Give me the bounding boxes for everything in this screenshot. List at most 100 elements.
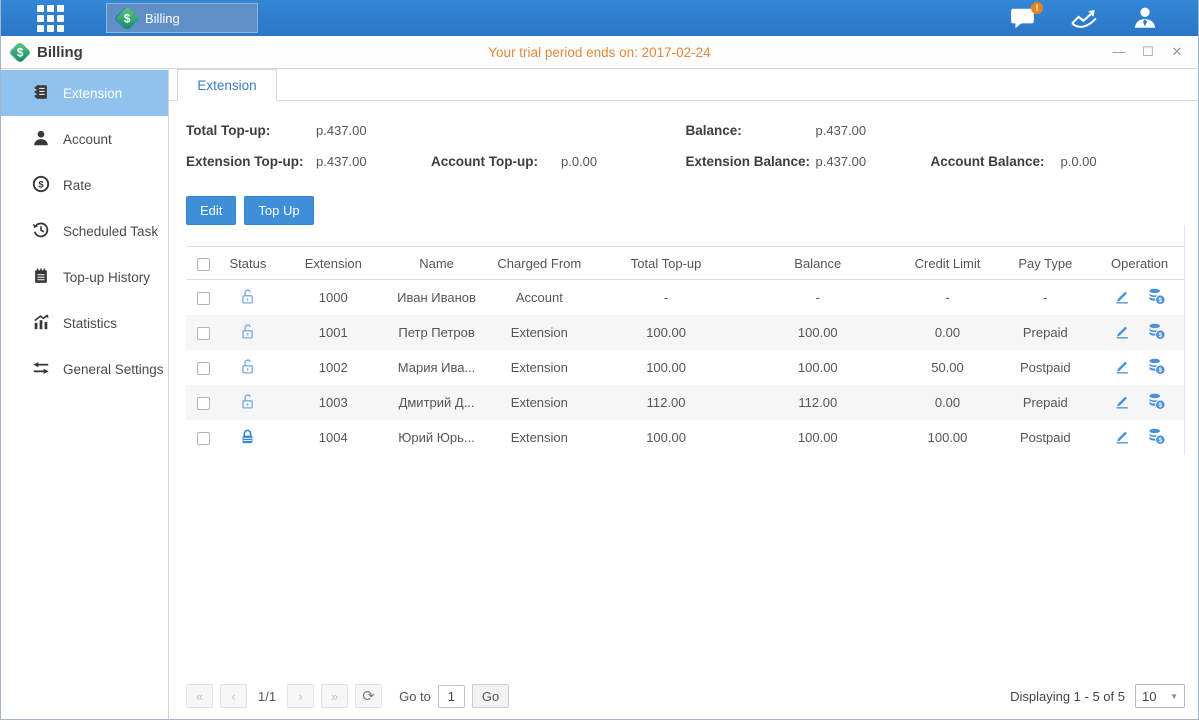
summary-value: p.437.00 bbox=[816, 123, 931, 138]
cell-name: Мария Ива... bbox=[391, 350, 483, 385]
svg-text:$: $ bbox=[1159, 437, 1163, 444]
window-title-bar: $ Billing Your trial period ends on: 201… bbox=[1, 36, 1198, 69]
sidebar-item-label: General Settings bbox=[63, 362, 164, 377]
prev-page-button[interactable]: ‹ bbox=[220, 684, 247, 708]
tab-extension[interactable]: Extension bbox=[177, 69, 277, 101]
topup-icon[interactable]: $ bbox=[1147, 427, 1166, 448]
summary-value: p.437.00 bbox=[816, 154, 931, 169]
edit-icon[interactable] bbox=[1113, 287, 1131, 308]
maximize-icon[interactable]: ☐ bbox=[1141, 45, 1155, 59]
user-account-icon[interactable] bbox=[1132, 5, 1158, 31]
sidebar-item-label: Top-up History bbox=[63, 270, 150, 285]
edit-icon[interactable] bbox=[1113, 322, 1131, 343]
sidebar-item-statistics[interactable]: Statistics bbox=[1, 300, 168, 346]
row-checkbox[interactable] bbox=[197, 432, 210, 445]
unlocked-icon bbox=[239, 328, 256, 343]
top-bar: $ Billing ! bbox=[1, 0, 1198, 36]
cell-pay-type: - bbox=[995, 280, 1095, 316]
cell-credit-limit: 100.00 bbox=[900, 420, 996, 455]
cell-credit-limit: 0.00 bbox=[900, 315, 996, 350]
go-button[interactable]: Go bbox=[472, 684, 509, 708]
sidebar-item-top-up-history[interactable]: Top-up History bbox=[1, 254, 168, 300]
chevron-down-icon: ▼ bbox=[1170, 692, 1178, 701]
svg-text:$: $ bbox=[1159, 367, 1163, 374]
cell-charged-from: Account bbox=[482, 280, 596, 316]
cell-pay-type: Postpaid bbox=[995, 420, 1095, 455]
summary-value: p.0.00 bbox=[561, 154, 676, 169]
cell-total-topup: 100.00 bbox=[596, 350, 736, 385]
row-checkbox[interactable] bbox=[197, 292, 210, 305]
column-header-operation: Operation bbox=[1095, 247, 1184, 280]
next-page-button[interactable]: › bbox=[287, 684, 314, 708]
top-up-button[interactable]: Top Up bbox=[244, 196, 313, 225]
edit-icon[interactable] bbox=[1113, 357, 1131, 378]
summary-label: Extension Balance: bbox=[686, 154, 816, 169]
summary-value: p.0.00 bbox=[1061, 154, 1176, 169]
rate-icon: $ bbox=[32, 175, 50, 196]
window-title-text: Billing bbox=[37, 44, 83, 61]
minimize-icon[interactable]: — bbox=[1112, 45, 1126, 59]
select-all-checkbox[interactable] bbox=[197, 258, 210, 271]
cell-balance: 100.00 bbox=[736, 350, 900, 385]
topup-icon[interactable]: $ bbox=[1147, 357, 1166, 378]
cell-total-topup: 112.00 bbox=[596, 385, 736, 420]
edit-icon[interactable] bbox=[1113, 392, 1131, 413]
sidebar-item-label: Extension bbox=[63, 86, 122, 101]
summary-label: Account Balance: bbox=[931, 154, 1061, 169]
cell-credit-limit: - bbox=[900, 280, 996, 316]
row-checkbox[interactable] bbox=[197, 327, 210, 340]
first-page-button[interactable]: « bbox=[186, 684, 213, 708]
sidebar-item-label: Rate bbox=[63, 178, 92, 193]
cell-name: Дмитрий Д... bbox=[391, 385, 483, 420]
row-checkbox[interactable] bbox=[197, 397, 210, 410]
cell-charged-from: Extension bbox=[482, 385, 596, 420]
statistics-icon bbox=[32, 313, 50, 334]
cell-charged-from: Extension bbox=[482, 315, 596, 350]
window-title: $ Billing bbox=[13, 44, 83, 61]
sidebar-item-general-settings[interactable]: General Settings bbox=[1, 346, 168, 392]
goto-page-input[interactable] bbox=[438, 685, 465, 708]
app-launcher-icon[interactable] bbox=[37, 5, 64, 32]
cell-balance: - bbox=[736, 280, 900, 316]
billing-app-window: $ Billing ! $ Billing Your trial period … bbox=[0, 0, 1199, 720]
sidebar-item-scheduled-task[interactable]: Scheduled Task bbox=[1, 208, 168, 254]
sidebar-item-account[interactable]: Account bbox=[1, 116, 168, 162]
cell-pay-type: Postpaid bbox=[995, 350, 1095, 385]
statistics-chart-icon[interactable] bbox=[1070, 6, 1098, 30]
last-page-button[interactable]: » bbox=[321, 684, 348, 708]
goto-label: Go to bbox=[399, 689, 431, 704]
svg-text:$: $ bbox=[38, 179, 44, 190]
topup-icon[interactable]: $ bbox=[1147, 287, 1166, 308]
cell-extension: 1002 bbox=[276, 350, 391, 385]
cell-balance: 100.00 bbox=[736, 420, 900, 455]
cell-total-topup: 100.00 bbox=[596, 420, 736, 455]
messages-icon[interactable]: ! bbox=[1010, 6, 1036, 30]
billing-app-icon: $ bbox=[115, 6, 139, 30]
trial-notice: Your trial period ends on: 2017-02-24 bbox=[1, 45, 1198, 60]
notification-badge: ! bbox=[1031, 2, 1043, 14]
edit-button[interactable]: Edit bbox=[186, 196, 236, 225]
scheduled-task-icon bbox=[32, 221, 50, 242]
task-tab-billing[interactable]: $ Billing bbox=[106, 3, 258, 33]
extension-table: StatusExtensionNameCharged FromTotal Top… bbox=[186, 225, 1185, 455]
summary-label: Account Top-up: bbox=[431, 154, 561, 169]
cell-name: Петр Петров bbox=[391, 315, 483, 350]
summary-label: Extension Top-up: bbox=[186, 154, 316, 169]
topup-icon[interactable]: $ bbox=[1147, 322, 1166, 343]
refresh-icon[interactable]: ⟳ bbox=[355, 684, 382, 708]
page-size-select[interactable]: 10 ▼ bbox=[1135, 684, 1185, 708]
topup-icon[interactable]: $ bbox=[1147, 392, 1166, 413]
unlocked-icon bbox=[239, 398, 256, 413]
sidebar-item-rate[interactable]: $ Rate bbox=[1, 162, 168, 208]
topup-history-icon bbox=[32, 267, 50, 288]
close-icon[interactable]: ✕ bbox=[1170, 45, 1184, 59]
row-checkbox[interactable] bbox=[197, 362, 210, 375]
cell-total-topup: - bbox=[596, 280, 736, 316]
table-row: 1001Петр ПетровExtension100.00100.000.00… bbox=[186, 315, 1184, 350]
page-indicator: 1/1 bbox=[254, 689, 280, 704]
column-header-name: Name bbox=[391, 247, 483, 280]
cell-balance: 100.00 bbox=[736, 315, 900, 350]
table-row: 1002Мария Ива...Extension100.00100.0050.… bbox=[186, 350, 1184, 385]
sidebar-item-extension[interactable]: Extension bbox=[1, 70, 168, 116]
edit-icon[interactable] bbox=[1113, 427, 1131, 448]
